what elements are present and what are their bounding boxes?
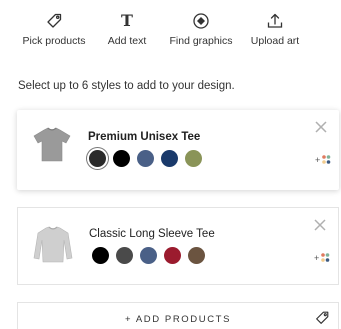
design-toolbar: Pick products T Add text Find graphics U… xyxy=(0,0,341,56)
text-icon: T xyxy=(121,10,133,32)
pick-products-button[interactable]: Pick products xyxy=(22,10,86,47)
close-icon[interactable] xyxy=(313,218,327,232)
find-graphics-button[interactable]: Find graphics xyxy=(168,10,234,47)
color-swatches xyxy=(92,247,205,264)
product-card: Classic Long Sleeve Tee + xyxy=(17,207,339,285)
color-swatches xyxy=(89,150,202,167)
product-name: Classic Long Sleeve Tee xyxy=(89,228,215,240)
color-swatch[interactable] xyxy=(116,247,133,264)
gray-tshirt-thumbnail xyxy=(29,122,75,168)
upload-art-label: Upload art xyxy=(250,35,300,47)
add-products-label: + ADD PRODUCTS xyxy=(124,314,232,325)
color-swatch[interactable] xyxy=(161,150,178,167)
more-colors-icon[interactable]: + xyxy=(314,251,330,263)
more-colors-icon[interactable]: + xyxy=(315,153,331,165)
color-swatch[interactable] xyxy=(185,150,202,167)
upload-art-button[interactable]: Upload art xyxy=(247,10,303,47)
more-colors-plus: + xyxy=(314,253,319,263)
color-swatch[interactable] xyxy=(92,247,109,264)
upload-icon xyxy=(266,10,284,32)
product-card: Premium Unisex Tee + xyxy=(17,110,339,190)
color-swatch[interactable] xyxy=(89,150,106,167)
color-swatch[interactable] xyxy=(164,247,181,264)
tag-icon xyxy=(314,310,330,326)
add-products-button[interactable]: + ADD PRODUCTS xyxy=(17,302,339,329)
add-text-button[interactable]: T Add text xyxy=(105,10,149,48)
product-name: Premium Unisex Tee xyxy=(88,131,201,143)
instruction-text: Select up to 6 styles to add to your des… xyxy=(18,80,235,92)
color-swatch[interactable] xyxy=(140,247,157,264)
pick-products-label: Pick products xyxy=(22,35,86,47)
more-colors-plus: + xyxy=(315,155,320,165)
graphics-icon xyxy=(192,10,210,32)
find-graphics-label: Find graphics xyxy=(169,35,233,47)
color-swatch[interactable] xyxy=(137,150,154,167)
gray-longsleeve-thumbnail xyxy=(30,222,76,268)
tag-icon xyxy=(45,10,63,32)
add-text-label: Add text xyxy=(107,35,147,47)
text-icon-glyph: T xyxy=(121,11,133,30)
color-swatch[interactable] xyxy=(113,150,130,167)
close-icon[interactable] xyxy=(314,120,328,134)
color-swatch[interactable] xyxy=(188,247,205,264)
